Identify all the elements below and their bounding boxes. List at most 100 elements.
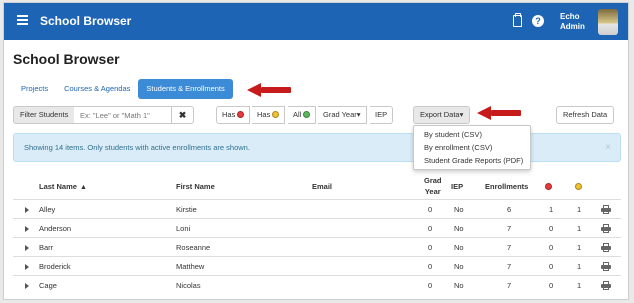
top-bar: School Browser ? Echo Admin (4, 3, 628, 40)
user-last-name: Admin (560, 22, 585, 31)
cell-grad-year: 0 (428, 281, 433, 290)
cell-grad-year: 0 (428, 262, 433, 271)
cell-iep: No (454, 262, 464, 271)
cell-yellow-count: 1 (577, 281, 582, 290)
print-icon[interactable] (601, 205, 611, 214)
has-yellow-filter-button[interactable]: Has (252, 106, 286, 124)
red-dot-icon (545, 183, 552, 190)
avatar[interactable] (598, 9, 618, 35)
cell-last-name: Broderick (39, 262, 71, 271)
print-icon[interactable] (601, 281, 611, 290)
cell-red-count: 0 (549, 224, 554, 233)
cell-red-count: 0 (549, 262, 554, 271)
cell-red-count: 0 (549, 281, 554, 290)
cell-yellow-count: 1 (577, 262, 582, 271)
menu-icon[interactable] (17, 15, 28, 26)
export-student-grade-reports-pdf[interactable]: Student Grade Reports (PDF) (414, 154, 530, 167)
cell-last-name: Barr (39, 243, 54, 252)
tab-bar: Projects Courses & Agendas Students & En… (13, 79, 233, 99)
filter-students-label: Filter Students (13, 106, 76, 124)
caret-down-icon: ▾ (356, 110, 361, 119)
cell-iep: No (454, 205, 464, 214)
cell-first-name: Matthew (176, 262, 205, 271)
last-name-header-label: Last Name (39, 182, 77, 191)
expand-caret-icon[interactable] (25, 264, 29, 270)
export-by-enrollment-csv[interactable]: By enrollment (CSV) (414, 141, 530, 154)
all-green-filter-button[interactable]: All (288, 106, 317, 124)
clear-filter-button[interactable]: ✖ (172, 106, 194, 124)
cell-enrollments: 7 (507, 281, 512, 290)
cell-first-name: Nicolas (176, 281, 201, 290)
cell-enrollments: 7 (507, 224, 512, 233)
export-by-student-csv[interactable]: By student (CSV) (414, 128, 530, 141)
yellow-dot-icon (575, 183, 582, 190)
grad-year-dropdown[interactable]: Grad Year▾ (318, 106, 367, 124)
cell-yellow-count: 1 (577, 224, 582, 233)
table-row[interactable]: Alley Kirstie 0 No 6 1 1 (13, 199, 621, 218)
print-icon[interactable] (601, 224, 611, 233)
print-icon[interactable] (601, 243, 611, 252)
cell-enrollments: 7 (507, 243, 512, 252)
cell-yellow-count: 1 (577, 243, 582, 252)
cell-enrollments: 6 (507, 205, 512, 214)
cell-enrollments: 7 (507, 262, 512, 271)
table-row[interactable]: Broderick Matthew 0 No 7 0 1 (13, 256, 621, 275)
app-window: School Browser ? Echo Admin School Brows… (3, 2, 629, 300)
tab-students-enrollments[interactable]: Students & Enrollments (138, 79, 233, 99)
expand-caret-icon[interactable] (25, 245, 29, 251)
cell-first-name: Loni (176, 224, 191, 233)
expand-caret-icon[interactable] (25, 207, 29, 213)
cell-grad-year: 0 (428, 243, 433, 252)
has-red-label: Has (222, 110, 236, 119)
refresh-data-button[interactable]: Refresh Data (556, 106, 615, 124)
cell-yellow-count: 1 (577, 205, 582, 214)
yellow-dot-icon (272, 111, 280, 118)
export-data-menu: By student (CSV) By enrollment (CSV) Stu… (413, 125, 531, 170)
app-title[interactable]: School Browser (40, 14, 131, 28)
expand-caret-icon[interactable] (25, 283, 29, 289)
table-row[interactable]: Barr Roseanne 0 No 7 0 1 (13, 237, 621, 256)
red-dot-icon (237, 111, 245, 118)
tab-projects[interactable]: Projects (13, 79, 56, 99)
table-row[interactable]: Anderson Loni 0 No 7 0 1 (13, 218, 621, 237)
cell-first-name: Roseanne (176, 243, 211, 252)
has-red-filter-button[interactable]: Has (216, 106, 251, 124)
grad-header-label: Grad (424, 176, 442, 185)
alert-text: Showing 14 items. Only students with act… (24, 143, 250, 152)
iep-filter-button[interactable]: IEP (370, 106, 394, 124)
print-icon[interactable] (601, 262, 611, 271)
cell-red-count: 0 (549, 243, 554, 252)
cell-last-name: Cage (39, 281, 57, 290)
page-title: School Browser (13, 51, 120, 67)
cell-first-name: Kirstie (176, 205, 197, 214)
column-header-red[interactable] (545, 181, 552, 192)
annotation-arrow-icon (247, 83, 291, 97)
help-icon[interactable]: ? (532, 15, 544, 27)
close-icon[interactable]: × (605, 134, 611, 161)
column-header-grad-year[interactable]: Grad Year (424, 175, 442, 197)
user-menu[interactable]: Echo Admin (560, 12, 585, 32)
export-data-label: Export Data (420, 110, 460, 119)
annotation-arrow-icon (477, 106, 521, 120)
cell-iep: No (454, 281, 464, 290)
grad-year-label: Grad Year (323, 110, 357, 119)
cell-red-count: 1 (549, 205, 554, 214)
tab-courses-agendas[interactable]: Courses & Agendas (56, 79, 138, 99)
column-header-last-name[interactable]: Last Name ▲ (39, 181, 87, 193)
has-yellow-label: Has (257, 110, 271, 119)
cell-grad-year: 0 (428, 205, 433, 214)
user-first-name: Echo (560, 12, 580, 21)
column-header-first-name[interactable]: First Name (176, 181, 215, 192)
column-header-enrollments[interactable]: Enrollments (485, 181, 528, 192)
column-header-yellow[interactable] (575, 181, 582, 192)
expand-caret-icon[interactable] (25, 226, 29, 232)
filter-students-input[interactable] (74, 106, 172, 124)
column-header-email[interactable]: Email (312, 181, 332, 192)
caret-down-icon: ▾ (459, 110, 464, 119)
clipboard-icon[interactable] (513, 13, 522, 27)
table-row[interactable]: Cage Nicolas 0 No 7 0 1 (13, 275, 621, 294)
cell-iep: No (454, 224, 464, 233)
column-header-iep[interactable]: IEP (451, 181, 463, 192)
cell-last-name: Anderson (39, 224, 72, 233)
export-data-dropdown[interactable]: Export Data▾ (413, 106, 471, 124)
